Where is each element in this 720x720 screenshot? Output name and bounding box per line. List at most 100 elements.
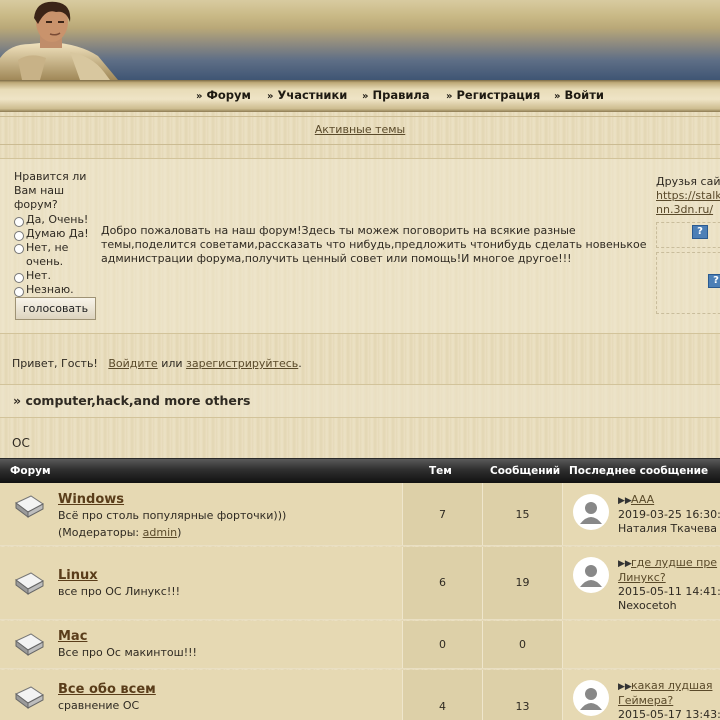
topics-cell: 0	[402, 621, 482, 668]
site-header	[0, 0, 720, 80]
poll-option[interactable]: Да, Очень!	[14, 213, 100, 227]
nav-forum[interactable]: » Форум	[196, 88, 251, 102]
forum-cell: Все обо всем сравнение ОС	[0, 670, 402, 720]
last-post-cell	[562, 621, 720, 668]
last-post-user: Наталия Ткачева	[618, 522, 718, 535]
register-link[interactable]: зарегистрируйтесь	[186, 357, 298, 370]
posts-cell: 13	[482, 670, 562, 720]
jump-arrow-icon[interactable]: ▶▶	[618, 494, 632, 508]
friends-panel: Друзья сай https://stalk nn.3dn.ru/	[656, 175, 720, 217]
nav-arrow-icon: »	[554, 91, 561, 102]
last-post-link[interactable]: AAA	[631, 493, 654, 506]
avatar	[573, 494, 609, 530]
greeting-end: .	[298, 357, 302, 370]
posts-count: 19	[515, 576, 530, 589]
poll: Нравится ли Вам наш форум? Да, Очень! Ду…	[14, 170, 100, 297]
friends-link[interactable]: https://stalk	[656, 189, 720, 202]
nav-register-label: Регистрация	[456, 88, 541, 102]
posts-count: 13	[515, 700, 530, 713]
forum-moderators: (Модераторы: admin)	[58, 526, 181, 539]
nav-forum-label: Форум	[206, 88, 251, 102]
posts-count: 0	[519, 638, 526, 651]
welcome-text: Добро пожаловать на наш форум!Здесь ты м…	[101, 224, 647, 265]
nav-members-label: Участники	[277, 88, 348, 102]
forum-title-link[interactable]: Mac	[58, 629, 87, 644]
header-posts: Сообщений	[490, 465, 561, 477]
poll-option[interactable]: Незнаю.	[14, 283, 100, 297]
forum-description: Всё про столь популярные форточки)))	[58, 509, 287, 522]
moderator-link[interactable]: admin	[143, 526, 177, 539]
table-row: Mac Все про Ос макинтош!!! 0 0	[0, 621, 720, 669]
poll-option[interactable]: Думаю Да!	[14, 227, 100, 241]
posts-count: 15	[515, 508, 530, 521]
table-row: Linux все про ОС Линукс!!! 6 19 ▶▶где лу…	[0, 547, 720, 620]
nav-arrow-icon: »	[446, 91, 453, 102]
category-title: computer,hack,and more others	[25, 393, 251, 408]
friends-link-continued[interactable]: nn.3dn.ru/	[656, 203, 713, 216]
radio-button[interactable]	[14, 230, 24, 241]
active-topics-link[interactable]: Активные темы	[315, 123, 406, 136]
forum-folder-icon	[15, 572, 44, 595]
last-post-cell: ▶▶где лудше пре Линукс? 2015-05-11 14:41…	[562, 547, 720, 619]
last-post-date: 2015-05-11 14:41:	[618, 585, 720, 598]
poll-option[interactable]: Нет, не очень.	[14, 241, 100, 269]
greeting-or: или	[161, 357, 183, 370]
last-post-link[interactable]: где лудше пре	[631, 556, 717, 569]
forum-folder-icon	[15, 633, 44, 656]
last-post-cell: ▶▶AAA 2019-03-25 16:30: Наталия Ткачева	[562, 483, 720, 545]
poll-option-label: Думаю Да!	[26, 227, 89, 240]
divider	[0, 144, 720, 145]
last-post-user: Nexocetoh	[618, 599, 677, 612]
last-post-info: ▶▶где лудше пре Линукс? 2015-05-11 14:41…	[618, 556, 720, 613]
nav-members[interactable]: » Участники	[267, 88, 347, 102]
poll-option-label: Нет, не очень.	[26, 241, 69, 268]
poll-option-label: Да, Очень!	[26, 213, 89, 226]
forum-folder-icon	[15, 686, 44, 709]
last-post-info: ▶▶AAA 2019-03-25 16:30: Наталия Ткачева	[618, 493, 720, 536]
nav-rules[interactable]: » Правила	[362, 88, 430, 102]
forum-description: Все про Ос макинтош!!!	[58, 646, 197, 659]
friends-box	[656, 222, 720, 248]
nav-register[interactable]: » Регистрация	[446, 88, 540, 102]
nav-login[interactable]: » Войти	[554, 88, 604, 102]
poll-option-label: Нет.	[26, 269, 51, 282]
header-topics: Тем	[429, 465, 452, 477]
nav-arrow-icon: »	[196, 91, 203, 102]
poll-option-label: Незнаю.	[26, 283, 74, 296]
nav-arrow-icon: »	[267, 91, 274, 102]
nav-rules-label: Правила	[372, 88, 430, 102]
active-topics-bar: Активные темы	[0, 118, 720, 142]
radio-button[interactable]	[14, 216, 24, 227]
friends-title: Друзья сай	[656, 175, 720, 188]
section-title: ОС	[12, 436, 30, 450]
posts-cell: 19	[482, 547, 562, 619]
vote-button[interactable]: голосовать	[15, 297, 96, 320]
forum-cell: Linux все про ОС Линукс!!!	[0, 547, 402, 619]
topics-count: 6	[439, 576, 446, 589]
forum-title-link[interactable]: Все обо всем	[58, 682, 156, 697]
last-post-date: 2019-03-25 16:30:	[618, 508, 720, 521]
last-post-link-continued[interactable]: Геймера?	[618, 694, 673, 707]
forum-title-link[interactable]: Linux	[58, 568, 98, 583]
radio-button[interactable]	[14, 272, 24, 283]
jump-arrow-icon[interactable]: ▶▶	[618, 557, 632, 571]
radio-button[interactable]	[14, 244, 24, 254]
poll-option[interactable]: Нет.	[14, 269, 100, 283]
avatar	[573, 557, 609, 593]
last-post-link-continued[interactable]: Линукс?	[618, 571, 666, 584]
moderators-close: )	[177, 526, 182, 539]
category-arrow-icon: »	[13, 393, 22, 408]
posts-cell: 0	[482, 621, 562, 668]
last-post-link[interactable]: какая лудшая	[631, 679, 712, 692]
category-header[interactable]: » computer,hack,and more others	[0, 384, 720, 418]
posts-cell: 15	[482, 483, 562, 545]
topics-cell: 6	[402, 547, 482, 619]
poll-question: Нравится ли Вам наш форум?	[14, 170, 87, 211]
jump-arrow-icon[interactable]: ▶▶	[618, 680, 632, 694]
radio-button[interactable]	[14, 286, 24, 297]
help-icon[interactable]: ?	[708, 274, 720, 288]
forum-title-link[interactable]: Windows	[58, 492, 124, 507]
help-icon[interactable]: ?	[692, 225, 708, 239]
login-link[interactable]: Войдите	[108, 357, 157, 370]
topics-count: 7	[439, 508, 446, 521]
